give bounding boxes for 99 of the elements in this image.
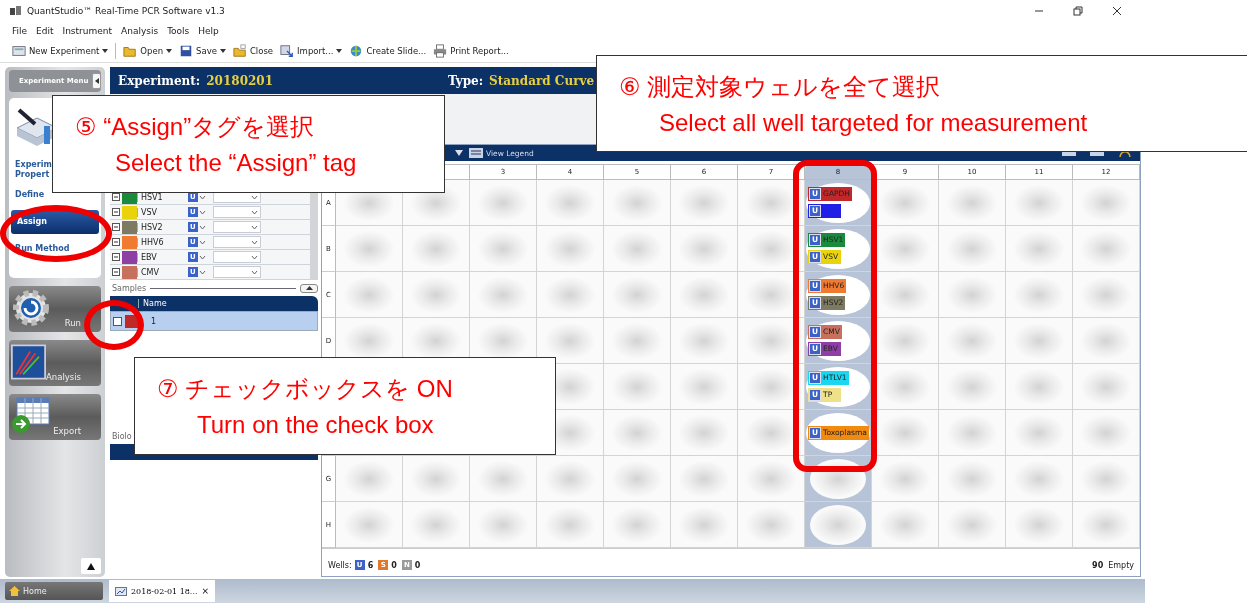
- collapse-icon[interactable]: [112, 193, 120, 201]
- window-title: QuantStudio™ Real-Time PCR Software v1.3: [27, 6, 225, 16]
- collapse-icon[interactable]: [112, 253, 120, 261]
- chevron-icon: [251, 269, 258, 275]
- callout-text: Select the “Assign” tag: [114, 149, 358, 177]
- chevron-icon: [198, 254, 206, 260]
- chevron-icon: [251, 224, 258, 230]
- callout-text: Turn on the check box: [196, 411, 435, 439]
- house-icon: [9, 586, 20, 596]
- folder-icon: [123, 44, 138, 58]
- collapse-icon[interactable]: [112, 223, 120, 231]
- well-count: 0: [414, 560, 421, 570]
- highlight-circle: [84, 300, 144, 350]
- dropdown-field[interactable]: [213, 266, 261, 278]
- app-icon: [10, 6, 22, 16]
- caret-icon: [336, 49, 343, 53]
- collapse-icon[interactable]: [112, 238, 120, 246]
- collapse-button[interactable]: [92, 73, 101, 89]
- printer-icon: [433, 44, 448, 58]
- document-icon: [12, 44, 26, 58]
- menu-item[interactable]: Edit: [36, 26, 54, 36]
- wells-label: Wells:: [328, 560, 352, 570]
- globe-icon: [349, 44, 364, 58]
- menu-item[interactable]: Analysis: [121, 26, 159, 36]
- chevron-icon: [198, 239, 206, 245]
- empty-count: 90: [1092, 560, 1104, 570]
- collapse-icon[interactable]: [112, 208, 120, 216]
- dropdown-field[interactable]: [213, 221, 261, 233]
- menu-item[interactable]: File: [12, 26, 28, 36]
- column-header: Name: [138, 299, 318, 308]
- sample-row[interactable]: 1: [110, 311, 318, 331]
- target-name: HSV2: [137, 222, 185, 232]
- folder-icon: [232, 44, 247, 58]
- close-tab-icon[interactable]: ×: [201, 586, 210, 596]
- scroll-up-button[interactable]: [81, 558, 101, 574]
- nav-button[interactable]: Run: [9, 286, 101, 332]
- checkbox[interactable]: [113, 316, 122, 326]
- collapse-icon[interactable]: [112, 268, 120, 276]
- callout-text: ⑦ チェックボックスを ON: [157, 374, 454, 404]
- down-triangle-icon[interactable]: [455, 150, 463, 156]
- target-name: VSV: [137, 207, 185, 217]
- sample-name: 1: [150, 316, 158, 326]
- nav-button[interactable]: Analysis: [9, 340, 101, 386]
- restore-icon[interactable]: [1072, 5, 1084, 17]
- empty-label: Empty: [1108, 560, 1134, 570]
- gear-icon: [11, 288, 51, 328]
- toolbar-button[interactable]: Print Report...: [433, 44, 509, 58]
- chevron-icon: [251, 194, 258, 200]
- setup-menu-item[interactable]: Experim Propert: [13, 160, 53, 180]
- toolbar-button[interactable]: Create Slide...: [349, 44, 427, 58]
- well-count: 6: [367, 560, 374, 570]
- caret-icon: [102, 49, 109, 53]
- menu-item[interactable]: Tools: [167, 26, 190, 36]
- close-icon[interactable]: [1111, 5, 1123, 17]
- chart-icon: [11, 342, 46, 382]
- up-triangle-icon: [305, 286, 313, 290]
- chevron-icon: [251, 254, 258, 260]
- left-triangle-icon: [94, 78, 99, 84]
- up-triangle-icon: [87, 562, 95, 570]
- callout-text: ⑤ “Assign”タグを選択: [75, 112, 316, 142]
- target-name: CMV: [137, 267, 185, 277]
- collapse-button[interactable]: [300, 283, 318, 293]
- dropdown-field[interactable]: [213, 206, 261, 218]
- table-export-icon: [11, 396, 51, 436]
- toolbar-button[interactable]: Close: [232, 44, 274, 58]
- dropdown-field[interactable]: [213, 251, 261, 263]
- document-icon: [115, 586, 127, 596]
- toolbar-button[interactable]: Open: [123, 44, 173, 58]
- target-name: EBV: [137, 252, 185, 262]
- chevron-icon: [198, 209, 206, 215]
- caret-icon: [219, 49, 226, 53]
- dropdown-field[interactable]: [213, 236, 261, 248]
- experiment-name: 20180201: [206, 73, 274, 88]
- experiment-type: Standard Curve: [489, 73, 595, 88]
- document-tab[interactable]: 2018-02-01 18... ×: [109, 580, 216, 602]
- well-count: 0: [391, 560, 397, 570]
- setup-menu-item[interactable]: Define: [13, 190, 47, 200]
- chevron-icon: [251, 209, 258, 215]
- legend-icon: [469, 148, 483, 158]
- toolbar-button[interactable]: Import...: [280, 44, 343, 58]
- home-button[interactable]: Home: [5, 582, 103, 600]
- type-label: Type:: [448, 73, 484, 88]
- callout-text: Select all well targeted for measurement: [658, 108, 1089, 137]
- nav-button[interactable]: Export: [9, 394, 101, 440]
- chevron-icon: [251, 239, 258, 245]
- toolbar-button[interactable]: Save: [179, 44, 226, 58]
- target-name: HHV6: [137, 237, 185, 247]
- section-label: Biolo: [112, 431, 132, 441]
- caret-icon: [166, 49, 173, 53]
- chevron-icon: [198, 224, 206, 230]
- experiment-label: Experiment:: [118, 73, 201, 88]
- menu-item[interactable]: Help: [198, 26, 219, 36]
- chevron-icon: [198, 269, 206, 275]
- menu-item[interactable]: Instrument: [62, 26, 113, 36]
- chevron-icon: [198, 194, 206, 200]
- samples-label: Samples: [112, 283, 147, 293]
- callout-text: ⑥ 測定対象ウェルを全て選択: [619, 71, 942, 102]
- scrollbar[interactable]: [310, 190, 318, 280]
- toolbar-button[interactable]: New Experiment: [12, 44, 109, 58]
